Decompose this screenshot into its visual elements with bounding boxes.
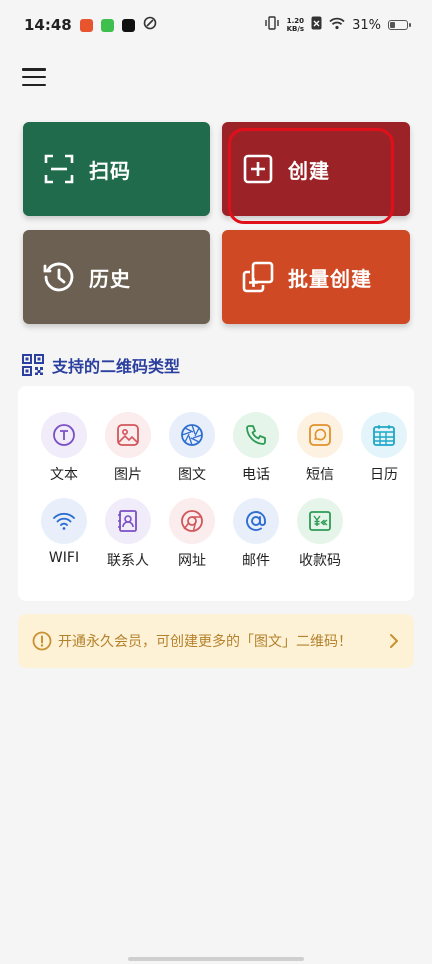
payment-icon — [297, 498, 343, 544]
qr-type-contact[interactable]: 联系人 — [96, 498, 160, 570]
qr-type-label: 短信 — [306, 467, 334, 483]
scan-button[interactable]: 扫码 — [23, 122, 210, 216]
battery-fill — [390, 22, 395, 28]
qr-type-image[interactable]: 图片 — [96, 412, 160, 484]
qr-type-label: 电话 — [242, 467, 270, 483]
qr-types-card: 文本 图片 图文 电话 短信 日历 WIFI 联系人 网址 邮件 收款码 — [18, 386, 414, 601]
status-time: 14:48 — [24, 16, 72, 34]
aperture-icon — [169, 412, 215, 458]
vip-banner[interactable]: 开通永久会员，可创建更多的「图文」二维码！ — [18, 614, 414, 668]
net-speed: 1.20 KB/s — [287, 17, 304, 33]
qr-type-payment[interactable]: 收款码 — [288, 498, 352, 570]
section-title: 支持的二维码类型 — [52, 357, 181, 376]
qr-type-at[interactable]: 邮件 — [224, 498, 288, 570]
message-icon — [297, 412, 343, 458]
qr-type-text[interactable]: 文本 — [32, 412, 96, 484]
menu-icon-line — [22, 75, 46, 79]
history-button[interactable]: 历史 — [23, 230, 210, 324]
info-icon — [32, 631, 52, 651]
status-bar: 14:48 1.20 KB/s 31% — [0, 0, 432, 50]
history-icon — [41, 259, 77, 295]
qr-type-calendar[interactable]: 日历 — [352, 412, 416, 484]
status-right: 1.20 KB/s 31% — [264, 16, 411, 34]
image-icon — [105, 412, 151, 458]
at-icon — [233, 498, 279, 544]
qr-type-label: 邮件 — [242, 553, 270, 569]
qr-type-label: 图片 — [114, 467, 142, 483]
qr-type-message[interactable]: 短信 — [288, 412, 352, 484]
link-icon — [143, 16, 157, 34]
qr-type-label: 联系人 — [107, 553, 149, 569]
qr-type-browser[interactable]: 网址 — [160, 498, 224, 570]
battery-percent: 31% — [352, 17, 381, 33]
qr-type-label: WIFI — [48, 550, 80, 566]
wifi-icon — [41, 498, 87, 544]
history-label: 历史 — [89, 266, 131, 291]
vip-banner-text: 开通永久会员，可创建更多的「图文」二维码！ — [58, 634, 352, 650]
net-speed-unit: KB/s — [286, 25, 305, 33]
menu-icon-line — [22, 83, 46, 86]
batch-create-button[interactable]: 批量创建 — [222, 230, 410, 324]
status-left: 14:48 — [24, 16, 157, 34]
scan-icon — [41, 151, 77, 187]
batch-create-label: 批量创建 — [288, 266, 372, 291]
qr-type-phone[interactable]: 电话 — [224, 412, 288, 484]
qr-code-icon — [22, 354, 44, 376]
create-button[interactable]: 创建 — [222, 122, 410, 216]
vibrate-icon — [264, 16, 280, 34]
scan-label: 扫码 — [89, 158, 131, 183]
app-notification-icon — [100, 18, 114, 32]
create-label: 创建 — [288, 158, 330, 183]
home-indicator[interactable] — [128, 957, 304, 961]
menu-button[interactable] — [22, 66, 46, 88]
text-icon — [41, 412, 87, 458]
qr-type-label: 文本 — [50, 467, 78, 483]
battery-icon — [388, 20, 411, 30]
calendar-icon — [361, 412, 407, 458]
chevron-right-icon — [388, 633, 400, 649]
qr-type-grid: 文本 图片 图文 电话 短信 日历 WIFI 联系人 网址 邮件 收款码 — [32, 412, 407, 570]
net-speed-value: 1.20 — [286, 17, 304, 25]
contact-icon — [105, 498, 151, 544]
section-header: 支持的二维码类型 — [22, 353, 180, 377]
add-square-icon — [240, 151, 276, 187]
wifi-signal-icon — [329, 17, 345, 34]
menu-icon-line — [22, 68, 46, 71]
tiktok-icon — [121, 18, 135, 32]
qr-type-aperture[interactable]: 图文 — [160, 412, 224, 484]
qr-type-label: 收款码 — [299, 553, 341, 569]
qr-type-label: 网址 — [178, 553, 206, 569]
qr-type-label: 图文 — [178, 467, 206, 483]
batch-add-icon — [240, 259, 276, 295]
qr-type-label: 日历 — [370, 467, 398, 483]
app-notification-icon — [79, 18, 93, 32]
browser-icon — [169, 498, 215, 544]
phone-icon — [233, 412, 279, 458]
qr-type-wifi[interactable]: WIFI — [32, 498, 96, 570]
no-sim-icon — [311, 16, 322, 34]
